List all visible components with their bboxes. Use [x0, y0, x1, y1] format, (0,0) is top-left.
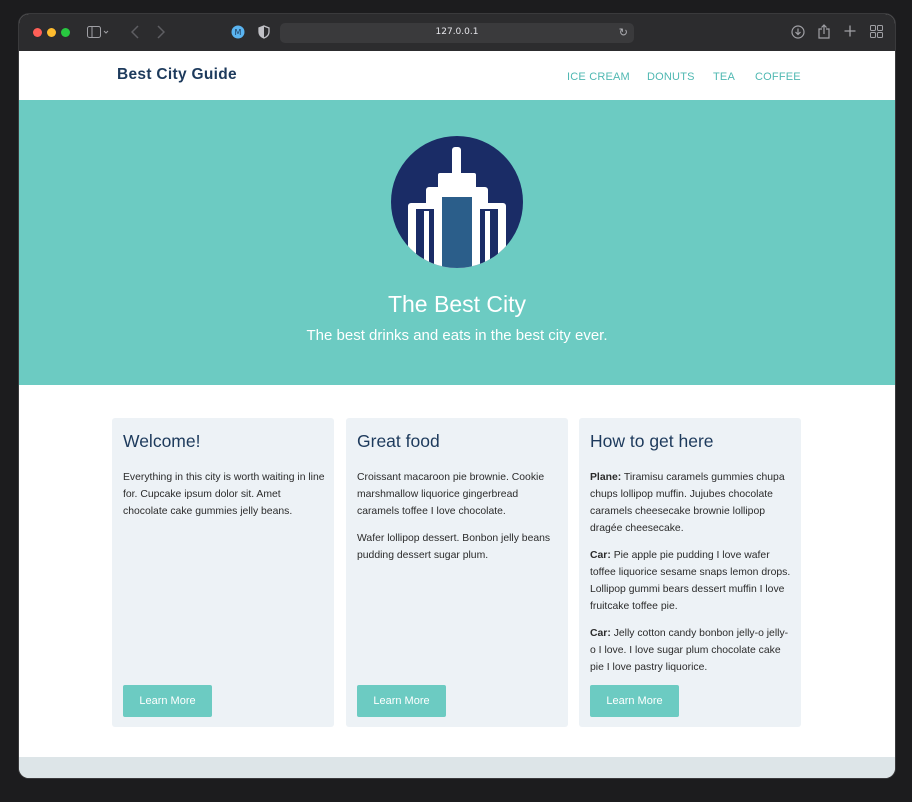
site-navbar: Best City Guide ICE CREAM DONUTS TEA COF…	[19, 51, 895, 100]
back-icon[interactable]	[130, 25, 139, 42]
share-icon[interactable]	[818, 24, 830, 42]
card-paragraph: Car: Pie apple pie pudding I love wafer …	[590, 550, 791, 612]
card-paragraph: Everything in this city is worth waiting…	[123, 472, 325, 517]
page-footer	[19, 757, 895, 778]
paragraph-lead: Car:	[590, 628, 611, 639]
skyscraper-logo-icon	[390, 135, 524, 269]
address-bar[interactable]: 127.0.0.1 ↻	[280, 23, 634, 43]
reload-icon[interactable]: ↻	[619, 26, 628, 39]
close-window-button[interactable]	[33, 28, 42, 37]
card-welcome: Welcome! Everything in this city is wort…	[112, 418, 334, 727]
paragraph-lead: Car:	[590, 550, 611, 561]
extension-icon[interactable]: M	[231, 25, 245, 42]
card-title: Welcome!	[123, 431, 201, 451]
card-how-to-get-here: How to get here Plane: Tiramisu caramels…	[579, 418, 801, 727]
card-paragraph: Wafer lollipop dessert. Bonbon jelly bea…	[357, 533, 551, 561]
learn-more-button[interactable]: Learn More	[590, 685, 679, 717]
new-tab-icon[interactable]	[844, 25, 856, 40]
tab-overview-icon[interactable]	[870, 25, 883, 41]
hero-section: The Best City The best drinks and eats i…	[19, 100, 895, 385]
nav-link-ice-cream[interactable]: ICE CREAM	[567, 71, 630, 83]
svg-text:M: M	[235, 28, 242, 37]
hero-title: The Best City	[387, 291, 527, 317]
hero-subtitle: The best drinks and eats in the best cit…	[306, 327, 608, 344]
card-paragraph: Croissant macaroon pie brownie. Cookie m…	[357, 472, 545, 517]
card-body: Everything in this city is worth waiting…	[123, 469, 326, 530]
card-body: Croissant macaroon pie brownie. Cookie m…	[357, 469, 560, 574]
card-title: How to get here	[590, 431, 714, 451]
learn-more-button[interactable]: Learn More	[123, 685, 212, 717]
learn-more-button[interactable]: Learn More	[357, 685, 446, 717]
url-text: 127.0.0.1	[435, 27, 479, 37]
sidebar-toggle-icon[interactable]	[87, 26, 109, 42]
card-paragraph: Car: Jelly cotton candy bonbon jelly-o j…	[590, 628, 789, 673]
minimize-window-button[interactable]	[47, 28, 56, 37]
nav-link-donuts[interactable]: DONUTS	[647, 71, 695, 83]
card-great-food: Great food Croissant macaroon pie browni…	[346, 418, 568, 727]
cards-section: Welcome! Everything in this city is wort…	[19, 385, 895, 757]
card-paragraph: Plane: Tiramisu caramels gummies chupa c…	[590, 472, 785, 534]
nav-link-tea[interactable]: TEA	[713, 71, 735, 83]
nav-link-coffee[interactable]: COFFEE	[755, 71, 801, 83]
browser-window: M 127.0.0.1 ↻ Best City Guide ICE CREAM …	[19, 14, 895, 778]
site-brand-link[interactable]: Best City Guide	[117, 66, 237, 84]
maximize-window-button[interactable]	[61, 28, 70, 37]
forward-icon[interactable]	[157, 25, 166, 42]
shield-icon[interactable]	[258, 25, 270, 42]
browser-toolbar: M 127.0.0.1 ↻	[19, 14, 895, 51]
card-title: Great food	[357, 431, 440, 451]
download-icon[interactable]	[791, 25, 805, 42]
paragraph-lead: Plane:	[590, 472, 622, 483]
card-body: Plane: Tiramisu caramels gummies chupa c…	[590, 469, 793, 686]
